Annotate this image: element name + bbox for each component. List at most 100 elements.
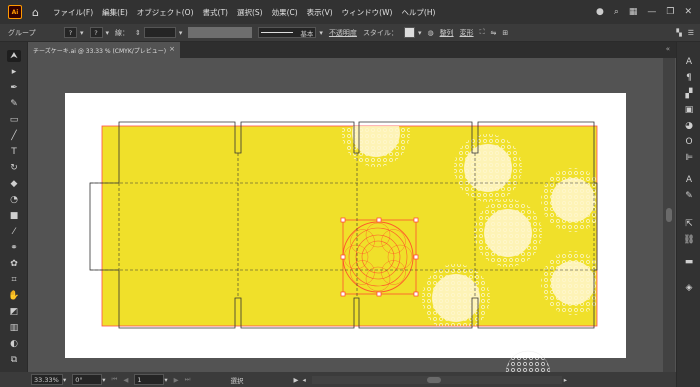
gradient-tool-icon[interactable]: ■: [7, 210, 21, 222]
scroll-thumb[interactable]: [666, 208, 672, 222]
scroll-left-icon[interactable]: ◂: [303, 376, 306, 384]
menu-edit[interactable]: 編集(E): [102, 7, 128, 18]
status-menu-icon[interactable]: ▶: [294, 376, 299, 384]
character-icon[interactable]: A: [683, 56, 695, 68]
chevron-down-icon[interactable]: ▾: [164, 376, 167, 384]
fill-stroke-icon[interactable]: ◩: [7, 306, 21, 318]
menu-icon[interactable]: ☰: [688, 29, 694, 37]
artboard-tool-icon[interactable]: ⌗: [7, 274, 21, 286]
align-icon[interactable]: ⊫: [683, 152, 695, 164]
pen-tool-icon[interactable]: ✒: [7, 82, 21, 94]
chevron-down-icon[interactable]: ▾: [319, 29, 323, 37]
stroke-swatch[interactable]: ?: [89, 27, 103, 38]
menu-window[interactable]: ウィンドウ(W): [342, 7, 393, 18]
color-mode-icon[interactable]: ▥: [7, 322, 21, 334]
curvature-tool-icon[interactable]: ✎: [7, 98, 21, 110]
rotate-tool-icon[interactable]: ↻: [7, 162, 21, 174]
flip-icon[interactable]: ⇋: [490, 29, 496, 37]
rotation-value[interactable]: 0°: [72, 374, 103, 385]
menu-object[interactable]: オブジェクト(O): [137, 7, 194, 18]
stroke-weight-control[interactable]: ⇕ ▾: [135, 27, 182, 38]
artboard-field[interactable]: 1 ▾: [134, 374, 168, 385]
canvas[interactable]: [28, 58, 663, 372]
prev-artboard-icon[interactable]: ◀: [123, 376, 128, 384]
workspace-icon[interactable]: ▦: [629, 7, 638, 17]
glyphs-icon[interactable]: ▞: [683, 88, 695, 100]
variable-width-control[interactable]: [188, 27, 253, 38]
vertical-scrollbar[interactable]: [663, 58, 675, 372]
stroke-color-control[interactable]: ? ▾: [89, 27, 110, 38]
minimize-icon[interactable]: —: [647, 7, 656, 17]
menu-select[interactable]: 選択(S): [237, 7, 263, 18]
transform-icon[interactable]: ⛶: [480, 28, 485, 37]
recolor-icon[interactable]: ◍: [427, 29, 433, 37]
first-artboard-icon[interactable]: ⏮: [112, 375, 118, 384]
chevron-down-icon[interactable]: ▾: [102, 376, 105, 384]
chevron-down-icon[interactable]: ▾: [63, 376, 66, 384]
variable-width-profile[interactable]: [188, 27, 253, 38]
rotation-field[interactable]: 0° ▾: [72, 374, 106, 385]
zoom-field[interactable]: 33.33% ▾: [31, 374, 66, 385]
type-tool-icon[interactable]: T: [7, 146, 21, 158]
swatches-icon[interactable]: ◕: [683, 120, 695, 132]
opentype-icon[interactable]: O: [683, 136, 695, 148]
shape-builder-tool-icon[interactable]: ◔: [7, 194, 21, 206]
search-icon[interactable]: ⌕: [614, 7, 619, 17]
last-artboard-icon[interactable]: ⏭: [185, 375, 191, 384]
layers-icon[interactable]: ◈: [683, 282, 695, 294]
color-icon[interactable]: ▣: [683, 104, 695, 116]
links-icon[interactable]: ⛓: [683, 234, 695, 246]
close-icon[interactable]: ✕: [684, 7, 692, 17]
chevron-down-icon[interactable]: ▾: [418, 29, 422, 37]
close-icon[interactable]: ×: [169, 45, 175, 53]
brush-control[interactable]: 基本 ▾: [258, 27, 323, 38]
chevron-down-icon[interactable]: ▾: [106, 29, 110, 37]
menu-help[interactable]: ヘルプ(H): [401, 7, 435, 18]
transform-link[interactable]: 変形: [460, 28, 474, 38]
align-link[interactable]: 整列: [440, 28, 454, 38]
selected-doily[interactable]: [342, 221, 414, 293]
selection-tool-icon[interactable]: ⮝: [7, 50, 21, 62]
rectangle-tool-icon[interactable]: ▭: [7, 114, 21, 126]
chevron-down-icon[interactable]: ▾: [80, 29, 84, 37]
stroke-weight-input[interactable]: [143, 27, 176, 38]
eraser-tool-icon[interactable]: ◆: [7, 178, 21, 190]
menu-type[interactable]: 書式(T): [203, 7, 228, 18]
horizontal-scrollbar[interactable]: [311, 375, 562, 384]
hand-tool-icon[interactable]: ✋: [7, 290, 21, 302]
account-icon[interactable]: ●: [596, 7, 604, 17]
document-tab[interactable]: チーズケーキ.ai @ 33.33 % (CMYK/プレビュー) ×: [28, 42, 180, 58]
home-icon[interactable]: ⌂: [32, 6, 39, 19]
zoom-value[interactable]: 33.33%: [31, 374, 63, 385]
menu-view[interactable]: 表示(V): [307, 7, 333, 18]
stepper-icon[interactable]: ⇕: [135, 29, 141, 37]
brushes-icon[interactable]: ✎: [683, 190, 695, 202]
isolate-icon[interactable]: ⊞: [502, 29, 508, 37]
h-scroll-thumb[interactable]: [426, 376, 441, 383]
paintbrush-tool-icon[interactable]: ╱: [7, 130, 21, 142]
collapse-icon[interactable]: «: [666, 45, 670, 53]
artboard-number[interactable]: 1: [134, 374, 165, 385]
eyedropper-tool-icon[interactable]: ⁄: [7, 226, 21, 238]
menu-effect[interactable]: 効果(C): [272, 7, 298, 18]
blend-tool-icon[interactable]: ⚭: [7, 242, 21, 254]
draw-mode-icon[interactable]: ◐: [7, 338, 21, 350]
scroll-right-icon[interactable]: ▸: [564, 376, 567, 384]
menu-file[interactable]: ファイル(F): [53, 7, 93, 18]
next-artboard-icon[interactable]: ▶: [174, 376, 179, 384]
paragraph-icon[interactable]: ¶: [683, 72, 695, 84]
direct-selection-tool-icon[interactable]: ▸: [7, 66, 21, 78]
char-styles-icon[interactable]: A: [683, 174, 695, 186]
export-icon[interactable]: ⇱: [683, 218, 695, 230]
style-control[interactable]: ▾: [403, 27, 422, 38]
fill-control[interactable]: ? ▾: [64, 27, 84, 38]
restore-icon[interactable]: ❐: [666, 7, 674, 17]
chevron-down-icon[interactable]: ▾: [179, 29, 183, 37]
comments-icon[interactable]: ▬: [683, 256, 695, 268]
opacity-link[interactable]: 不透明度: [329, 28, 357, 38]
symbol-sprayer-tool-icon[interactable]: ✿: [7, 258, 21, 270]
fill-swatch[interactable]: ?: [64, 27, 77, 38]
style-swatch[interactable]: [403, 27, 415, 38]
arrange-icon[interactable]: ▚: [676, 29, 681, 37]
screen-mode-icon[interactable]: ⧉: [7, 354, 21, 366]
